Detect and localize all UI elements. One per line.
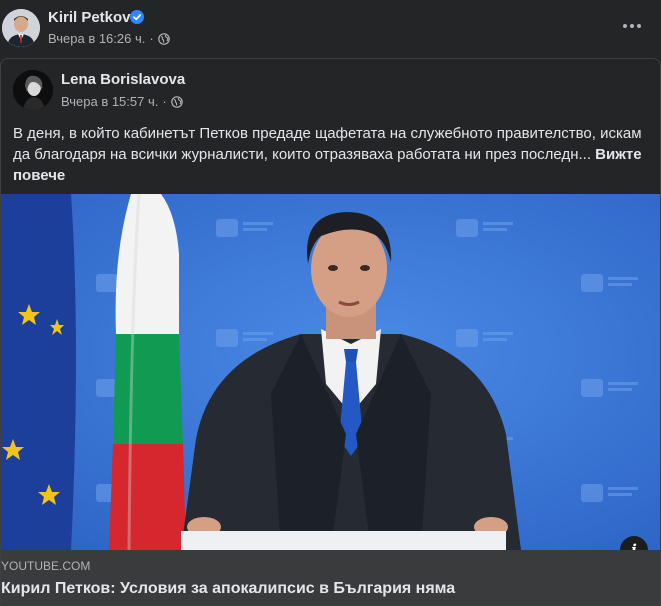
link-title[interactable]: Кирил Петков: Условия за апокалипсис в Б…: [1, 580, 455, 598]
shared-post-text: В деня, в който кабинетът Петков предаде…: [13, 123, 653, 186]
meta-separator: ·: [149, 31, 154, 46]
post-timestamp[interactable]: Вчера в 16:26 ч.: [48, 31, 145, 46]
post-body: В деня, в който кабинетът Петков предаде…: [13, 125, 642, 163]
video-thumbnail[interactable]: [1, 194, 660, 550]
shared-post-meta: Вчера в 15:57 ч. ·: [61, 94, 183, 109]
shared-author-avatar[interactable]: [13, 70, 53, 110]
verified-badge-icon: [130, 10, 144, 24]
globe-icon[interactable]: [170, 95, 183, 108]
shared-post[interactable]: Lena Borislavova Вчера в 15:57 ч. · В де…: [0, 58, 661, 606]
post-meta: Вчера в 16:26 ч. ·: [48, 31, 170, 46]
globe-icon[interactable]: [157, 32, 170, 45]
more-dot: [623, 24, 627, 28]
author-avatar[interactable]: [2, 9, 40, 47]
link-domain: YOUTUBE.COM: [1, 559, 91, 573]
link-preview-card[interactable]: YOUTUBE.COM Кирил Петков: Условия за апо…: [1, 550, 660, 605]
shared-author-name[interactable]: Lena Borislavova: [61, 71, 185, 88]
more-options-button[interactable]: [617, 14, 647, 38]
more-dot: [630, 24, 634, 28]
more-dot: [637, 24, 641, 28]
meta-separator: ·: [162, 94, 167, 109]
video-frame-image: [1, 194, 660, 550]
post-header: Kiril Petkov Вчера в 16:26 ч. ·: [0, 0, 661, 56]
shared-post-timestamp[interactable]: Вчера в 15:57 ч.: [61, 94, 158, 109]
author-name[interactable]: Kiril Petkov: [48, 9, 131, 26]
